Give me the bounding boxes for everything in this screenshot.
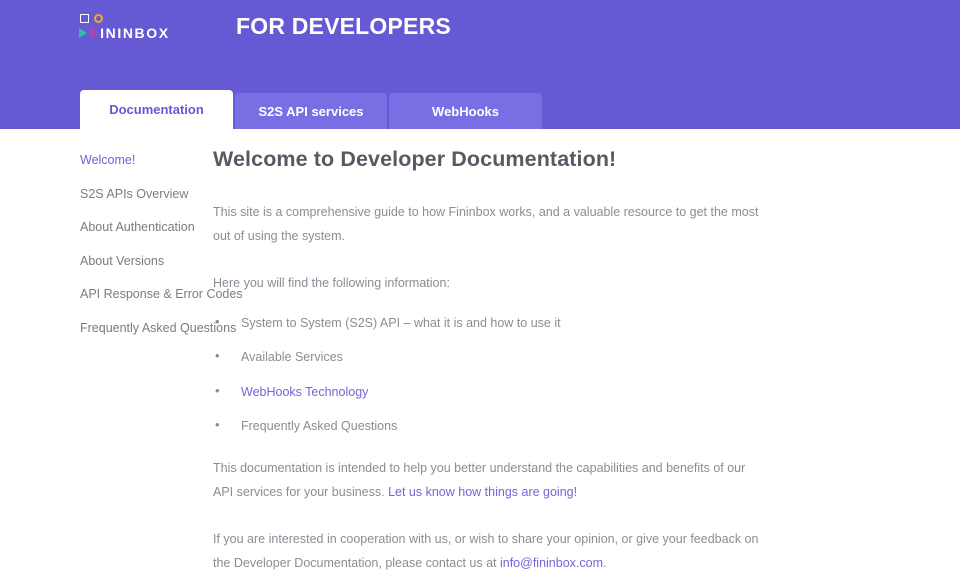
cooperation-text: If you are interested in cooperation wit…	[213, 531, 759, 570]
list-item: System to System (S2S) API – what it is …	[213, 315, 763, 330]
main-content: Welcome to Developer Documentation! This…	[213, 129, 823, 580]
sidebar-item-about-authentication[interactable]: About Authentication	[80, 221, 213, 234]
list-item: Available Services	[213, 349, 763, 365]
square-outline-icon	[80, 14, 89, 23]
sidebar-item-s2s-apis-overview[interactable]: S2S APIs Overview	[80, 187, 213, 201]
cooperation-text-end: .	[603, 555, 607, 570]
sidebar-item-welcome[interactable]: Welcome!	[80, 154, 213, 167]
feedback-link[interactable]: Let us know how things are going!	[388, 485, 577, 499]
sidebar-item-api-response-error-codes[interactable]: API Response & Error Codes	[80, 288, 243, 301]
documentation-purpose-paragraph: This documentation is intended to help y…	[213, 456, 763, 504]
webhooks-technology-link[interactable]: WebHooks Technology	[241, 385, 368, 399]
sidebar-item-frequently-asked-questions[interactable]: Frequently Asked Questions	[80, 321, 236, 335]
logo-text: ININBOX	[100, 25, 170, 41]
tab-s2s-api-services-label: S2S API services	[258, 103, 364, 119]
sidebar-item-about-versions[interactable]: About Versions	[80, 254, 213, 268]
sidebar-nav: Welcome! S2S APIs Overview About Authent…	[0, 129, 243, 580]
cooperation-paragraph: If you are interested in cooperation wit…	[213, 527, 763, 575]
logo-wordmark: F ININBOX	[79, 26, 170, 40]
list-item-text: System to System (S2S) API – what it is …	[241, 315, 561, 330]
tab-webhooks[interactable]: WebHooks	[389, 93, 542, 129]
list-lead-paragraph: Here you will find the following informa…	[213, 275, 450, 290]
tab-documentation[interactable]: Documentation	[80, 90, 233, 129]
list-item-text: Available Services	[241, 350, 343, 365]
tab-webhooks-label: WebHooks	[432, 103, 499, 119]
contact-email-link[interactable]: info@fininbox.com	[500, 556, 603, 570]
logo-marks-row	[80, 13, 103, 24]
tab-documentation-label: Documentation	[109, 102, 204, 117]
play-triangle-icon	[79, 28, 87, 38]
list-item: WebHooks Technology	[213, 384, 763, 399]
main-tabs: Documentation S2S API services WebHooks	[80, 90, 542, 129]
list-item: Frequently Asked Questions	[213, 418, 763, 434]
content-heading: Welcome to Developer Documentation!	[213, 147, 617, 171]
list-item-text: Frequently Asked Questions	[241, 419, 398, 434]
logo-letter-f: F	[90, 25, 101, 41]
page-body: Welcome! S2S APIs Overview About Authent…	[0, 129, 960, 580]
info-list: System to System (S2S) API – what it is …	[213, 315, 763, 434]
tab-s2s-api-services[interactable]: S2S API services	[235, 93, 387, 129]
fininbox-logo[interactable]: F ININBOX	[79, 13, 170, 40]
circle-outline-icon	[94, 14, 103, 23]
site-header: F ININBOX FOR DEVELOPERS Documentation S…	[0, 0, 960, 129]
intro-paragraph: This site is a comprehensive guide to ho…	[213, 204, 759, 243]
page-title: FOR DEVELOPERS	[236, 13, 451, 39]
